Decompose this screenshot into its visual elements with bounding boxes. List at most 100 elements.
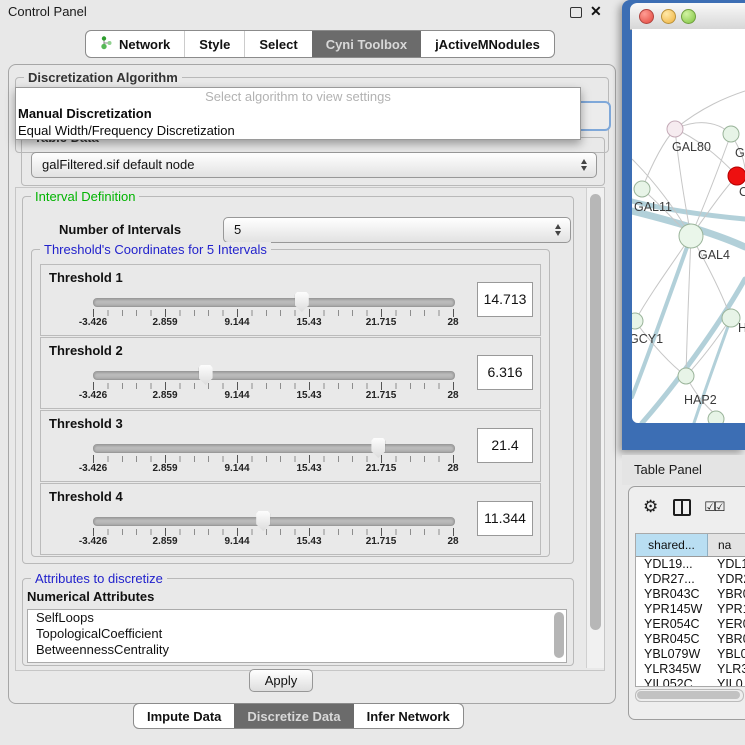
gear-icon[interactable]: ⚙ [643, 497, 658, 517]
column-header-shared-name[interactable]: shared... [636, 534, 708, 556]
tick-label: 28 [447, 536, 458, 547]
cell-name[interactable]: YBL0 [707, 647, 745, 662]
table-hscrollbar-thumb[interactable] [637, 691, 740, 699]
threshold-3-value-field[interactable]: 21.4 [477, 428, 533, 463]
list-scrollbar-thumb[interactable] [554, 612, 564, 658]
major-tick [237, 528, 238, 536]
tab-style[interactable]: Style [184, 31, 244, 57]
table-row[interactable]: YBR043CYBR0 [636, 587, 745, 602]
threshold-2-slider[interactable] [93, 371, 455, 380]
tab-cyni-toolbox[interactable]: Cyni Toolbox [312, 31, 421, 57]
numerical-attributes-list[interactable]: SelfLoopsTopologicalCoefficientBetweenne… [27, 609, 567, 663]
tick-label: 15.43 [296, 317, 321, 328]
cell-name[interactable]: YPR1 [707, 602, 745, 617]
tab-discretize-data[interactable]: Discretize Data [234, 704, 353, 728]
slider-thumb[interactable] [256, 511, 270, 531]
cell-name[interactable]: YBR0 [707, 587, 745, 602]
tab-network-label: Network [119, 37, 170, 52]
apply-button[interactable]: Apply [249, 669, 313, 692]
tab-impute-data[interactable]: Impute Data [134, 704, 234, 728]
close-icon[interactable]: ✕ [590, 3, 602, 20]
select-columns-icon[interactable]: ☑☑ [704, 499, 723, 515]
tick-label: -3.426 [79, 536, 107, 547]
table-panel-titlebar: Table Panel [622, 455, 745, 485]
table-row[interactable]: YIL052CYIL0 [636, 677, 745, 687]
threshold-4-panel: Threshold 4 -3.4262.8599.14415.4321.7152… [40, 483, 541, 555]
split-columns-icon[interactable] [673, 499, 691, 516]
table-row[interactable]: YDR27...YDR2 [636, 572, 745, 587]
cell-shared-name[interactable]: YDR27... [636, 572, 707, 587]
cell-shared-name[interactable]: YBR043C [636, 587, 707, 602]
settings-scrollbar-track[interactable] [586, 188, 604, 668]
table-hscrollbar[interactable] [635, 689, 744, 702]
tab-select[interactable]: Select [244, 31, 311, 57]
cell-shared-name[interactable]: YIL052C [636, 677, 707, 687]
tick-label: 28 [447, 390, 458, 401]
network-view-window: GAL80 GA C GAL11 GAL4 GCY1 H HAP2 [622, 0, 745, 450]
cell-name[interactable]: YLR3 [707, 662, 745, 677]
minimize-traffic-light[interactable] [661, 9, 676, 24]
dropdown-prompt-item[interactable]: Select algorithm to view settings [16, 88, 580, 105]
float-window-icon[interactable] [570, 7, 582, 18]
cell-shared-name[interactable]: YDL19... [636, 557, 707, 572]
table-row[interactable]: YER054CYER0 [636, 617, 745, 632]
tab-infer-network[interactable]: Infer Network [354, 704, 463, 728]
column-header-name[interactable]: na [708, 534, 745, 556]
cell-name[interactable]: YDL1 [707, 557, 745, 572]
slider-thumb[interactable] [371, 438, 385, 458]
network-canvas[interactable]: GAL80 GA C GAL11 GAL4 GCY1 H HAP2 [632, 29, 745, 423]
attribute-list-item[interactable]: TopologicalCoefficient [28, 626, 566, 642]
table-panel-title: Table Panel [634, 462, 702, 477]
attribute-list-item[interactable]: SelfLoops [28, 610, 566, 626]
slider-tick-labels: -3.4262.8599.14415.4321.71528 [93, 390, 453, 402]
cell-name[interactable]: YER0 [707, 617, 745, 632]
threshold-1-value-field[interactable]: 14.713 [477, 282, 533, 317]
threshold-1-slider[interactable] [93, 298, 455, 307]
slider-thumb[interactable] [295, 292, 309, 312]
dropdown-option-manual[interactable]: Manual Discretization [16, 105, 580, 122]
number-of-intervals-value: 5 [234, 218, 241, 242]
threshold-4-slider[interactable] [93, 517, 455, 526]
threshold-4-value-field[interactable]: 11.344 [477, 501, 533, 536]
close-traffic-light[interactable] [639, 9, 654, 24]
table-row[interactable]: YBR045CYBR0 [636, 632, 745, 647]
number-of-intervals-spinner[interactable]: 5 [223, 217, 571, 243]
attributes-group: Attributes to discretize Numerical Attri… [22, 578, 574, 666]
node-label-h-partial: H [738, 321, 745, 335]
table-row[interactable]: YLR345WYLR3 [636, 662, 745, 677]
cell-name[interactable]: YBR0 [707, 632, 745, 647]
threshold-2-label: Threshold 2 [49, 343, 123, 358]
tab-network[interactable]: Network [86, 31, 184, 57]
cell-shared-name[interactable]: YBL079W [636, 647, 707, 662]
threshold-3-slider[interactable] [93, 444, 455, 453]
dropdown-option-equal-width[interactable]: Equal Width/Frequency Discretization [16, 122, 580, 139]
threshold-1-label: Threshold 1 [49, 270, 123, 285]
table-row[interactable]: YBL079WYBL0 [636, 647, 745, 662]
cell-shared-name[interactable]: YER054C [636, 617, 707, 632]
cell-shared-name[interactable]: YBR045C [636, 632, 707, 647]
tick-label: 9.144 [224, 390, 249, 401]
threshold-2-value-field[interactable]: 6.316 [477, 355, 533, 390]
node-label-gcy1: GCY1 [632, 332, 663, 346]
zoom-traffic-light[interactable] [681, 9, 696, 24]
tick-label: 2.859 [152, 390, 177, 401]
tick-label: 9.144 [224, 463, 249, 474]
tab-jactivemnodules[interactable]: jActiveMNodules [421, 31, 554, 57]
attribute-list-item[interactable]: BetweennessCentrality [28, 642, 566, 658]
table-row[interactable]: YPR145WYPR1 [636, 602, 745, 617]
slider-tick-labels: -3.4262.8599.14415.4321.71528 [93, 317, 453, 329]
table-data-combobox[interactable]: galFiltered.sif default node [31, 152, 597, 178]
cell-name[interactable]: YDR2 [707, 572, 745, 587]
node-gal4 [679, 224, 703, 248]
tick-label: 9.144 [224, 317, 249, 328]
threshold-4-label: Threshold 4 [49, 489, 123, 504]
cell-shared-name[interactable]: YPR145W [636, 602, 707, 617]
node-hap2 [678, 368, 694, 384]
major-tick [381, 528, 382, 536]
slider-thumb[interactable] [199, 365, 213, 385]
major-tick [165, 528, 166, 536]
table-row[interactable]: YDL19...YDL1 [636, 557, 745, 572]
cell-shared-name[interactable]: YLR345W [636, 662, 707, 677]
cell-name[interactable]: YIL0 [707, 677, 745, 687]
settings-scrollbar-thumb[interactable] [590, 194, 601, 630]
